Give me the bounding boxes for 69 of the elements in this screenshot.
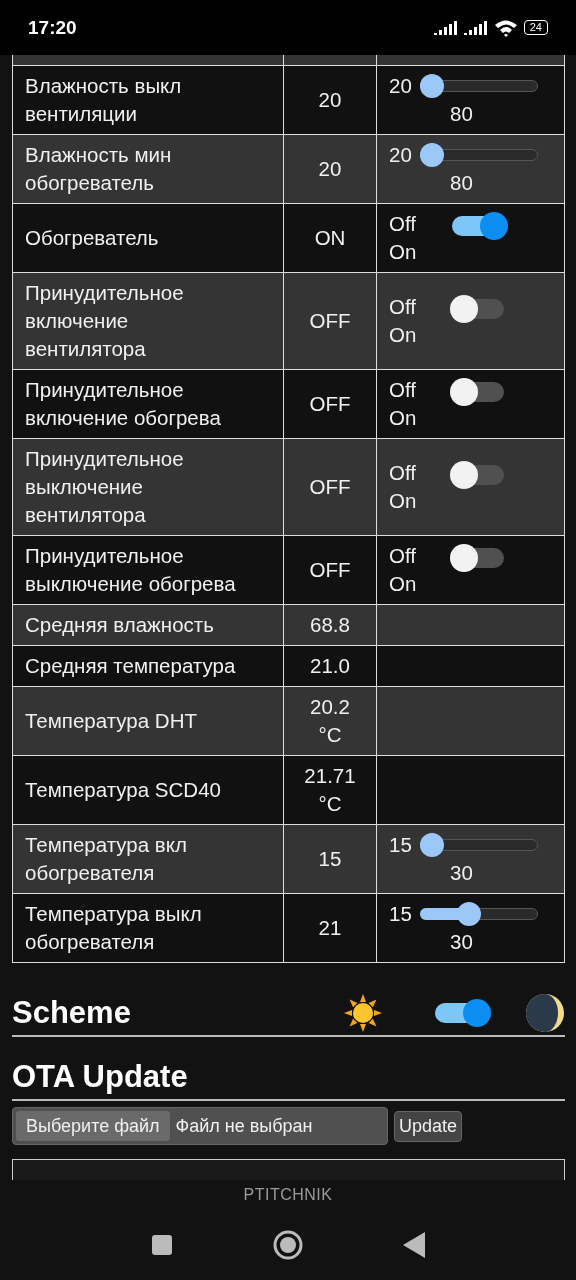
off-label: Off — [389, 460, 417, 486]
slider[interactable] — [419, 143, 538, 167]
slider-min: 15 — [389, 901, 412, 927]
row-value: OFF — [284, 370, 377, 438]
row-value: 15 — [284, 825, 377, 893]
row-label: Принудительное включение вентилятора — [13, 273, 284, 369]
moon-icon — [525, 993, 565, 1033]
row-value: OFF — [284, 439, 377, 535]
signal-icon — [433, 20, 458, 35]
choose-file-button[interactable]: Выберите файл — [16, 1111, 170, 1141]
slider[interactable] — [419, 902, 538, 926]
slider-max: 80 — [450, 170, 473, 196]
slider-thumb[interactable] — [419, 74, 444, 98]
slider[interactable] — [419, 74, 538, 98]
row-label: Температура вкл обогревателя — [13, 825, 284, 893]
row-value: 21 — [284, 894, 377, 962]
battery-level: 24 — [523, 20, 548, 35]
slider-max: 30 — [450, 929, 473, 955]
row-label: Температура DHT — [13, 687, 284, 755]
slider-thumb[interactable] — [419, 143, 444, 167]
row-value: 20.2 °C — [284, 687, 377, 755]
home-button[interactable] — [273, 1230, 303, 1260]
slider-max: 30 — [450, 860, 473, 886]
off-label: Off — [389, 377, 417, 403]
row-label: Влажность выкл вентиляции — [13, 66, 284, 134]
row-value: OFF — [284, 536, 377, 604]
row-value: 68.8 — [284, 605, 377, 645]
file-status: Файл не выбран — [175, 1115, 313, 1137]
off-label: Off — [389, 294, 417, 320]
off-label: Off — [389, 543, 417, 569]
on-label: On — [389, 488, 417, 514]
app-label: PTITCHNIK — [243, 1186, 333, 1204]
row-label: Принудительное включение обогрева — [13, 370, 284, 438]
ota-heading: OTA Update — [12, 1059, 189, 1095]
row-label: Средняя влажность — [13, 605, 284, 645]
signal-icon — [463, 20, 488, 35]
slider[interactable] — [419, 833, 538, 857]
back-button[interactable] — [403, 1232, 425, 1258]
slider-max: 80 — [450, 101, 473, 127]
row-label: Температура выкл обогревателя — [13, 894, 284, 962]
on-label: On — [389, 405, 417, 431]
row-value: 20 — [284, 66, 377, 134]
row-value: ON — [284, 204, 377, 272]
row-label: Принудительное выключение обогрева — [13, 536, 284, 604]
sun-icon — [343, 993, 383, 1033]
slider-min: 15 — [389, 832, 412, 858]
slider-min: 20 — [389, 142, 412, 168]
file-input[interactable]: Выберите файл Файл не выбран — [12, 1107, 388, 1145]
on-label: On — [389, 239, 417, 265]
on-label: On — [389, 571, 417, 597]
row-value: 20 — [284, 135, 377, 203]
row-label: Температура SCD40 — [13, 756, 284, 824]
wifi-icon — [493, 18, 518, 37]
row-value: 21.0 — [284, 646, 377, 686]
scheme-heading: Scheme — [12, 995, 132, 1031]
row-value: 21.71 °C — [284, 756, 377, 824]
status-time: 17:20 — [28, 16, 77, 39]
row-label: Влажность мин обогреватель — [13, 135, 284, 203]
recents-button[interactable] — [151, 1234, 173, 1256]
row-label: Принудительное выключение вентилятора — [13, 439, 284, 535]
slider-min: 20 — [389, 73, 412, 99]
on-label: On — [389, 322, 417, 348]
row-label: Средняя температура — [13, 646, 284, 686]
off-label: Off — [389, 211, 417, 237]
slider-thumb[interactable] — [419, 833, 444, 857]
slider-thumb[interactable] — [457, 902, 482, 926]
row-label: Обогреватель — [13, 204, 284, 272]
update-button[interactable]: Update — [394, 1110, 463, 1142]
row-value: OFF — [284, 273, 377, 369]
